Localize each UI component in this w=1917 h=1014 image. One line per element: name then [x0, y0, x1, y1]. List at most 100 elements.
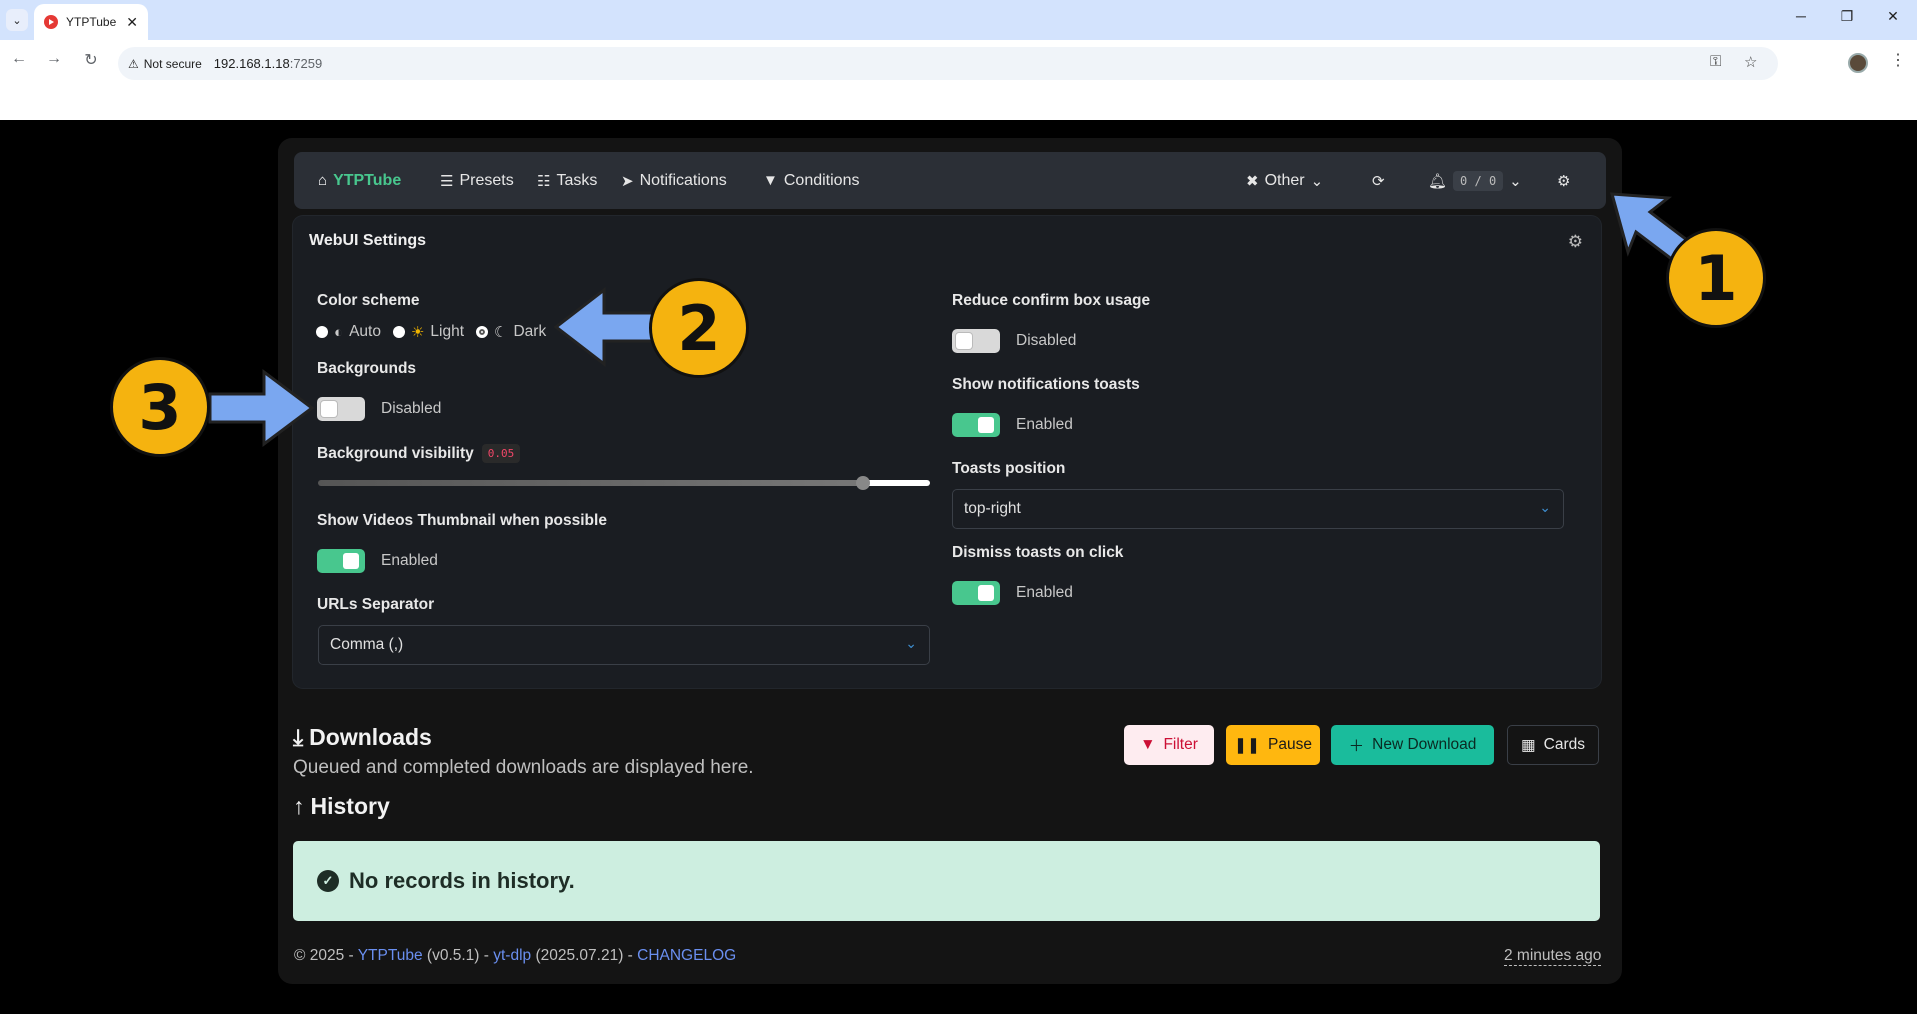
cards-view-button[interactable]: ▦ Cards — [1507, 725, 1599, 765]
cards-label: Cards — [1543, 736, 1585, 753]
callout-3: 3 — [110, 357, 210, 457]
nav-other-label: Other — [1264, 171, 1305, 189]
settings-title: WebUI Settings — [309, 232, 427, 249]
dismiss-toasts-toggle[interactable] — [952, 581, 1000, 605]
new-download-label: New Download — [1372, 736, 1477, 753]
footer-app-version: (v0.5.1) - — [422, 947, 494, 964]
close-window-icon[interactable]: ✕ — [1878, 8, 1908, 25]
refresh-icon: ⟳ — [1372, 172, 1385, 190]
reduce-confirm-state: Disabled — [1016, 332, 1077, 349]
app-navbar: ⌂ YTPTube ☰ Presets ☷ Tasks ➤ Notificati… — [294, 152, 1606, 209]
nav-conditions-label: Conditions — [783, 171, 860, 189]
nav-other-dropdown[interactable]: ✖ Other ⌄ — [1246, 152, 1323, 209]
backgrounds-toggle-row: Disabled — [317, 397, 441, 421]
back-icon[interactable]: ← — [8, 50, 30, 68]
tasks-list-icon: ☷ — [537, 172, 551, 190]
show-toasts-state: Enabled — [1016, 416, 1073, 433]
filter-button[interactable]: ▼ Filter — [1124, 725, 1214, 765]
gear-icon: ⚙ — [1557, 172, 1571, 190]
forward-icon[interactable]: → — [43, 50, 65, 68]
profile-avatar[interactable] — [1848, 53, 1868, 73]
reload-icon[interactable]: ↻ — [80, 50, 102, 70]
background-visibility-value: 0.05 — [481, 444, 521, 463]
address-bar[interactable]: ⚠ Not secure 192.168.1.18:7259 ⚿ ☆ — [118, 47, 1778, 80]
plus-icon: ＋ — [1348, 738, 1365, 755]
background-visibility-text: Background visibility — [317, 444, 474, 462]
url-host: 192.168.1.18 — [213, 56, 290, 71]
show-toasts-toggle[interactable] — [952, 413, 1000, 437]
dark-label: Dark — [513, 323, 547, 340]
filter-label: Filter — [1163, 736, 1198, 753]
slider-handle[interactable] — [855, 476, 870, 490]
nav-conditions[interactable]: ▼ Conditions — [763, 152, 859, 209]
chevron-down-icon: ⌄ — [1310, 172, 1324, 190]
reduce-confirm-toggle-row: Disabled — [952, 329, 1076, 353]
history-heading: ↑ History — [293, 793, 390, 820]
auto-label: Auto — [349, 323, 381, 340]
minimize-icon[interactable]: ─ — [1786, 8, 1816, 24]
bookmark-star-icon[interactable]: ☆ — [1744, 53, 1757, 71]
nav-presets[interactable]: ☰ Presets — [440, 152, 514, 209]
warning-icon: ⚠ — [128, 56, 139, 71]
show-toasts-toggle-row: Enabled — [952, 413, 1073, 437]
browser-toolbar: ← → ↻ ⚠ Not secure 192.168.1.18:7259 ⚿ ☆… — [0, 40, 1917, 120]
tab-search-button[interactable]: ⌄ — [6, 9, 28, 31]
background-visibility-label: Background visibility 0.05 — [317, 444, 521, 463]
footer-changelog-link[interactable]: CHANGELOG — [637, 947, 736, 964]
chevron-down-icon: ⌄ — [1539, 499, 1551, 515]
dismiss-toasts-label: Dismiss toasts on click — [952, 544, 1124, 561]
backgrounds-toggle[interactable] — [317, 397, 365, 421]
footer-copyright: © 2025 - — [294, 947, 358, 964]
bell-icon: 🔔︎ — [1428, 172, 1448, 190]
nav-home-link[interactable]: ⌂ YTPTube — [318, 152, 401, 209]
downloads-heading: ⤓ Downloads — [293, 724, 432, 751]
footer-ytdlp-link[interactable]: yt-dlp — [493, 947, 531, 964]
reload-button[interactable]: ⟳ — [1372, 152, 1385, 209]
toasts-position-label: Toasts position — [952, 460, 1066, 477]
nav-tasks-label: Tasks — [556, 171, 598, 189]
downloads-subtitle: Queued and completed downloads are displ… — [293, 757, 754, 778]
table-icon: ▦ — [1520, 736, 1536, 754]
reduce-confirm-toggle[interactable] — [952, 329, 1000, 353]
check-circle-icon: ✓ — [317, 870, 339, 892]
urls-separator-select[interactable]: Comma (,) ⌄ — [318, 625, 930, 665]
footer-ytdlp-version: (2025.07.21) - — [531, 947, 638, 964]
urls-separator-value: Comma (,) — [330, 636, 404, 653]
pause-button[interactable]: ❚❚ Pause — [1226, 725, 1320, 765]
nav-notifications[interactable]: ➤ Notifications — [621, 152, 727, 209]
restore-icon[interactable]: ❐ — [1832, 8, 1862, 25]
notifications-dropdown[interactable]: 🔔︎ 0 / 0 ⌄ — [1428, 152, 1522, 209]
footer-updated-time: 2 minutes ago — [1504, 947, 1602, 966]
reduce-confirm-label: Reduce confirm box usage — [952, 292, 1151, 309]
nav-tasks[interactable]: ☷ Tasks — [537, 152, 597, 209]
color-scheme-radios: ◐ Auto ☀ Light ☾ Dark — [316, 323, 546, 341]
radio-dark[interactable] — [476, 326, 489, 338]
radio-auto[interactable] — [316, 326, 328, 338]
browser-tab[interactable]: YTPTube ✕ — [34, 4, 148, 40]
toasts-position-select[interactable]: top-right ⌄ — [952, 489, 1564, 529]
filter-icon: ▼ — [1140, 736, 1156, 753]
backgrounds-state: Disabled — [381, 400, 442, 417]
password-key-icon[interactable]: ⚿ — [1710, 53, 1721, 70]
settings-button[interactable]: ⚙ — [1557, 152, 1570, 209]
history-title: History — [310, 793, 390, 819]
security-indicator[interactable]: ⚠ Not secure — [128, 57, 214, 71]
color-scheme-label: Color scheme — [317, 292, 420, 309]
home-icon: ⌂ — [318, 172, 328, 189]
background-visibility-slider[interactable] — [318, 476, 930, 490]
light-label: Light — [430, 323, 465, 340]
radio-light[interactable] — [392, 326, 405, 338]
chevron-down-icon: ⌄ — [905, 635, 917, 651]
browser-menu-icon[interactable]: ⋮ — [1890, 50, 1906, 70]
new-download-button[interactable]: ＋ New Download — [1331, 725, 1494, 765]
gear-icon: ⚙ — [1567, 232, 1583, 251]
close-tab-icon[interactable]: ✕ — [126, 14, 138, 31]
downloads-title: Downloads — [309, 724, 432, 750]
thumbnail-toggle[interactable] — [317, 549, 365, 573]
footer-app-link[interactable]: YTPTube — [358, 947, 423, 964]
show-toasts-label: Show notifications toasts — [952, 376, 1140, 393]
toasts-position-value: top-right — [964, 500, 1021, 517]
tab-title: YTPTube — [66, 15, 117, 29]
pause-label: Pause — [1268, 736, 1312, 753]
dismiss-toasts-state: Enabled — [1016, 584, 1073, 601]
